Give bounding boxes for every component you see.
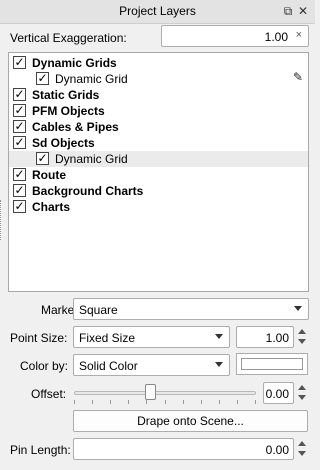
layer-label: Charts: [32, 200, 71, 214]
offset-slider-ticks: [74, 400, 256, 404]
point-size-mode-select[interactable]: Fixed Size: [73, 326, 230, 348]
slider-tick: [237, 400, 238, 404]
layer-label: Cables & Pipes: [32, 120, 119, 134]
spin-down-icon[interactable]: [298, 451, 306, 456]
vertical-exaggeration-value: 1.00: [264, 30, 288, 44]
color-by-label: Color by:: [20, 359, 69, 373]
layer-label: Dynamic Grid: [55, 72, 128, 86]
layer-row[interactable]: ✓ Background Charts: [9, 183, 308, 199]
slider-tick: [92, 400, 93, 404]
point-size-value: 1.00: [265, 331, 289, 345]
offset-value: 0.00: [265, 387, 289, 401]
layer-row[interactable]: ✓ Dynamic Grid: [9, 71, 308, 87]
offset-slider-thumb[interactable]: [144, 384, 156, 400]
edit-pencil-icon[interactable]: ✎: [293, 70, 305, 84]
layer-row[interactable]: ✓ Charts: [9, 199, 308, 215]
slider-tick: [165, 400, 166, 404]
marker-select[interactable]: Square: [73, 298, 309, 320]
spin-down-icon[interactable]: [298, 339, 306, 344]
layer-row[interactable]: ✓ Route: [9, 167, 308, 183]
layer-row[interactable]: ✓ Static Grids: [9, 87, 308, 103]
layer-checkbox[interactable]: ✓: [13, 56, 26, 69]
layer-row[interactable]: ✓ Cables & Pipes: [9, 119, 308, 135]
color-swatch: [241, 358, 303, 370]
point-size-label: Point Size:: [10, 331, 68, 345]
layer-label: Background Charts: [32, 184, 144, 198]
slider-tick: [110, 400, 111, 404]
clear-icon[interactable]: ×: [296, 29, 302, 41]
vertical-exaggeration-input[interactable]: 1.00 ×: [161, 25, 309, 47]
layers-tree[interactable]: ✓ Dynamic Grids ✓ Dynamic Grid ✓ Static Grids…: [8, 52, 309, 292]
layer-checkbox[interactable]: ✓: [13, 136, 26, 149]
chevron-down-icon: [294, 306, 302, 311]
layer-label: PFM Objects: [32, 104, 105, 118]
layer-checkbox[interactable]: ✓: [13, 104, 26, 117]
pin-length-value: 0.00: [265, 443, 289, 457]
float-window-icon[interactable]: ⧉: [281, 4, 295, 18]
color-by-select[interactable]: Solid Color: [73, 354, 230, 376]
layer-checkbox[interactable]: ✓: [13, 120, 26, 133]
pin-length-input[interactable]: 0.00: [73, 438, 294, 460]
color-swatch-button[interactable]: [236, 353, 308, 375]
close-icon[interactable]: ✕: [296, 4, 310, 18]
offset-input[interactable]: 0.00: [263, 382, 294, 404]
color-by-value: Solid Color: [79, 359, 138, 373]
marker-select-value: Square: [79, 303, 118, 317]
layer-checkbox[interactable]: ✓: [13, 184, 26, 197]
spin-up-icon[interactable]: [298, 441, 306, 446]
slider-tick: [255, 400, 256, 404]
layer-checkbox[interactable]: ✓: [36, 152, 49, 165]
layer-row[interactable]: ✓ Dynamic Grid: [9, 151, 308, 167]
slider-tick: [146, 400, 147, 404]
layer-row[interactable]: ✓ Sd Objects: [9, 135, 308, 151]
layer-label: Dynamic Grid: [55, 152, 128, 166]
layer-row[interactable]: ✓ Dynamic Grids: [9, 55, 308, 71]
offset-slider-track[interactable]: [74, 391, 256, 395]
layer-checkbox[interactable]: ✓: [13, 168, 26, 181]
spin-up-icon[interactable]: [298, 329, 306, 334]
panel-titlebar: Project Layers ⧉ ✕: [0, 0, 315, 24]
spin-down-icon[interactable]: [298, 395, 306, 400]
slider-tick: [201, 400, 202, 404]
offset-spinner[interactable]: [297, 382, 308, 404]
slider-tick: [74, 400, 75, 404]
layer-checkbox[interactable]: ✓: [13, 200, 26, 213]
layer-label: Static Grids: [32, 88, 100, 102]
point-size-input[interactable]: 1.00: [236, 326, 294, 348]
panel-resize-handle[interactable]: [0, 200, 2, 240]
slider-tick: [219, 400, 220, 404]
point-size-mode-value: Fixed Size: [79, 331, 136, 345]
point-size-spinner[interactable]: [297, 326, 308, 348]
layer-label: Sd Objects: [32, 136, 95, 150]
spin-up-icon[interactable]: [298, 385, 306, 390]
pin-length-label: Pin Length:: [10, 443, 71, 457]
slider-tick: [128, 400, 129, 404]
layer-label: Route: [32, 168, 66, 182]
layer-row[interactable]: ✓ PFM Objects: [9, 103, 308, 119]
offset-label: Offset:: [31, 387, 67, 401]
chevron-down-icon: [215, 362, 223, 367]
drape-onto-scene-button[interactable]: Drape onto Scene...: [73, 410, 308, 432]
chevron-down-icon: [215, 334, 223, 339]
layer-checkbox[interactable]: ✓: [13, 88, 26, 101]
vertical-exaggeration-label: Vertical Exaggeration:: [10, 31, 127, 45]
panel-title: Project Layers: [119, 4, 196, 18]
layer-checkbox[interactable]: ✓: [36, 72, 49, 85]
pin-length-spinner[interactable]: [297, 438, 308, 460]
slider-tick: [183, 400, 184, 404]
layer-label: Dynamic Grids: [32, 56, 117, 70]
